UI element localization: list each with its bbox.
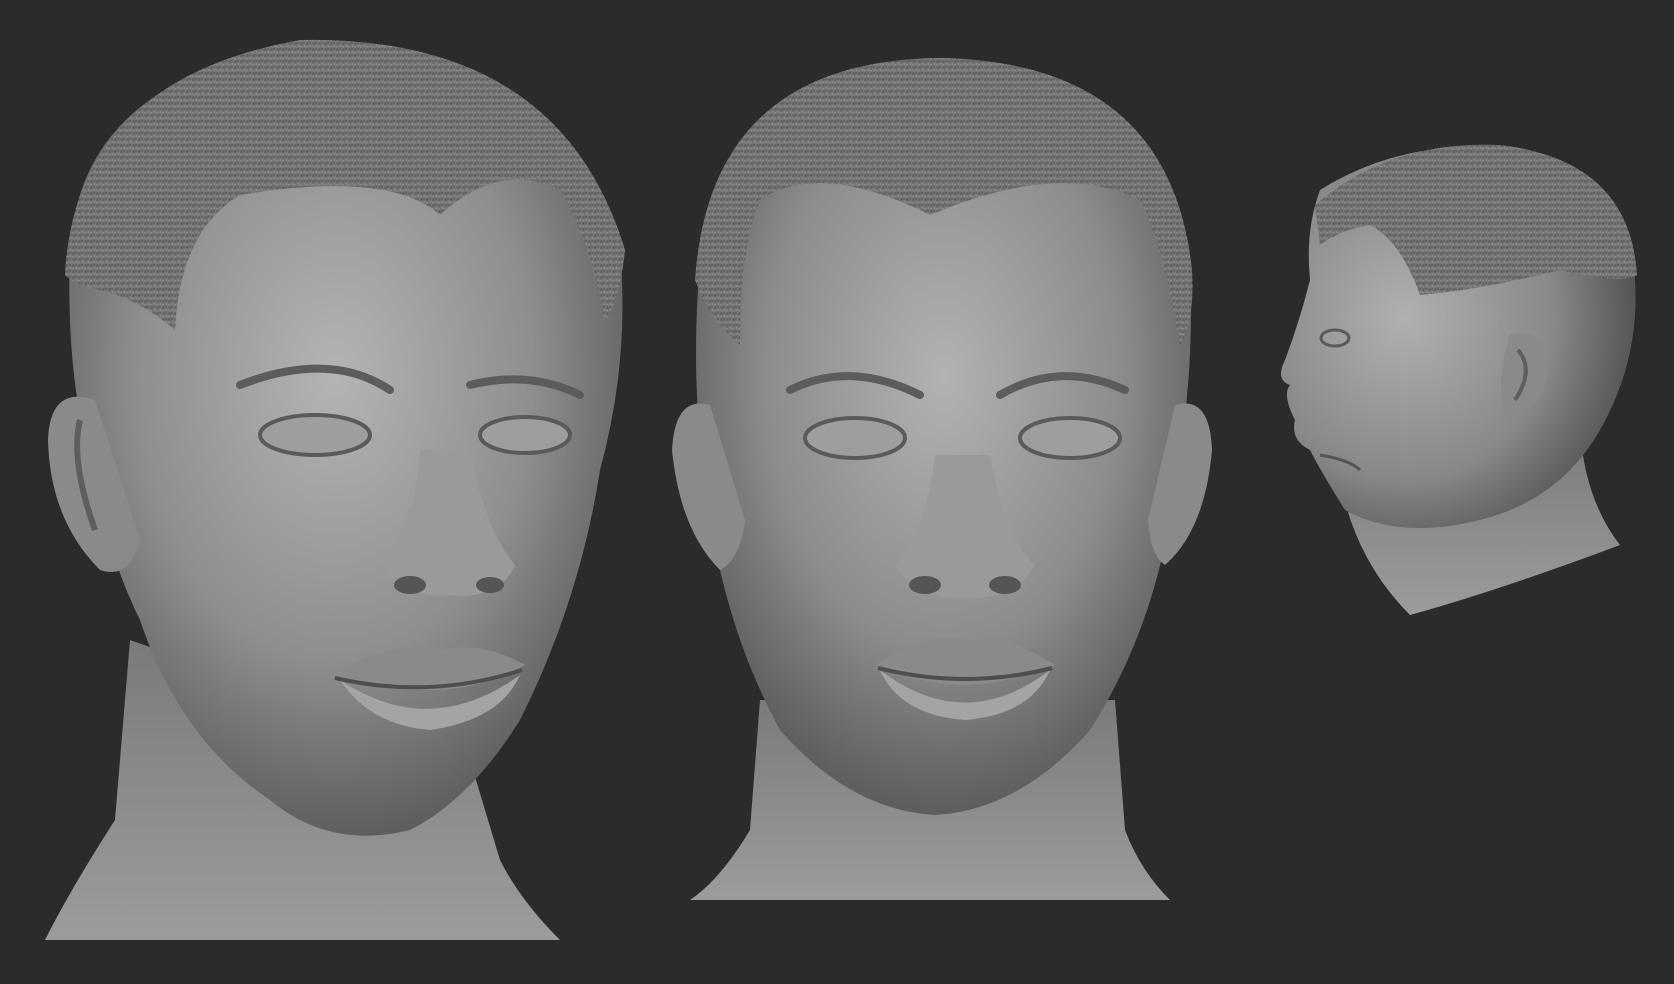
left-eye <box>258 413 372 457</box>
left-eye <box>803 416 907 460</box>
render-viewport <box>0 0 1674 984</box>
three-quarter-view <box>45 39 625 940</box>
eye <box>1319 328 1351 348</box>
side-profile-view <box>1281 144 1637 615</box>
front-view <box>672 58 1212 900</box>
right-eye <box>478 415 572 455</box>
render-scene <box>45 39 1637 940</box>
right-eye <box>1018 416 1122 460</box>
